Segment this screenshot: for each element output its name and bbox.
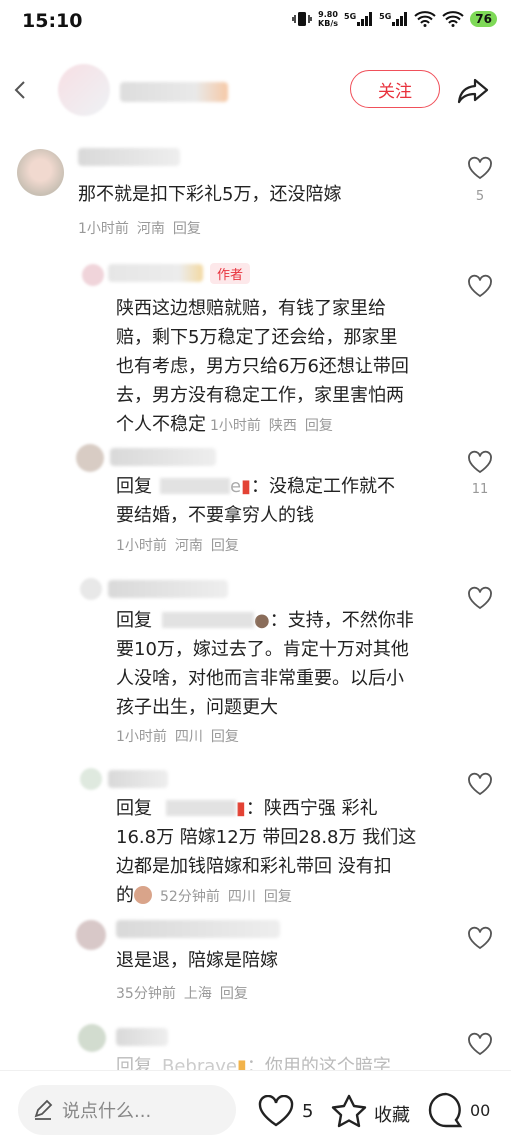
comment-reply-item: 回复 ▮：陕西宁强 彩礼 16.8万 陪嫁12万 带回28.8万 我们这 边都是加… [0, 764, 511, 914]
heart-icon[interactable] [257, 1095, 295, 1127]
username[interactable] [78, 148, 180, 166]
username[interactable] [116, 920, 280, 938]
share-icon[interactable] [456, 76, 490, 106]
username[interactable] [108, 264, 203, 282]
comment-text: 那不就是扣下彩礼5万，还没陪嫁 [78, 184, 342, 205]
comment-text: 陕西这边想赔就赔，有钱了家里给 赔，剩下5万稳定了还会给，那家里 也有考虑，男方… [116, 298, 409, 435]
heart-icon[interactable] [467, 450, 493, 474]
avatar[interactable] [76, 920, 106, 950]
author-tag: 作者 [210, 263, 251, 284]
fries-emoji-icon: ▮ [237, 1056, 247, 1070]
comment-text: 回复 e▮：没稳定工作就不 要结婚，不要拿穷人的钱 [116, 476, 395, 526]
comment-reply-item: 退是退，陪嫁是陪嫁 35分钟前 上海 回复 [0, 918, 511, 1018]
comment-location: 上海 [183, 986, 212, 1002]
reply-button[interactable]: 回复 [211, 538, 239, 554]
comment-location: 陕西 [268, 418, 297, 434]
comment-reply-item: 回复 ●：支持，不然你非 要10万，嫁过去了。肯定十万对其他 人没啥，对他而言非常… [0, 574, 511, 754]
reply-button[interactable]: 回复 [173, 221, 201, 237]
comment-text: 回复 Bebrave▮：你用的这个暗字 [116, 1052, 391, 1070]
heart-icon[interactable] [467, 926, 493, 950]
favorite-button[interactable]: 收藏 [374, 1101, 410, 1127]
net-speed: 9.80 KB/s [318, 10, 339, 28]
heart-icon[interactable] [467, 1032, 493, 1056]
comment-meta: 1小时前 陕西 回复 [210, 418, 341, 434]
username[interactable] [110, 448, 216, 466]
comment-reply-item: 回复 e▮：没稳定工作就不 要结婚，不要拿穷人的钱 1小时前 河南 回复 11 [0, 438, 511, 568]
comment-meta: 35分钟前 上海 回复 [116, 983, 256, 1003]
author-name[interactable] [120, 82, 228, 102]
username[interactable] [116, 1028, 168, 1046]
signal-icon [392, 12, 408, 26]
wifi-icon [414, 11, 436, 27]
header: 关注 [0, 60, 511, 120]
reply-button[interactable]: 回复 [220, 986, 248, 1002]
poop-emoji-icon [134, 886, 152, 904]
comment-list: 那不就是扣下彩礼5万，还没陪嫁 1小时前 河南 回复 5 作者 陕西这边想赔就赔，有… [0, 138, 511, 1070]
comment-time: 1小时前 [210, 418, 261, 434]
signal-icon [357, 12, 373, 26]
battery-indicator: 76 [470, 11, 497, 27]
comment-icon[interactable] [426, 1091, 466, 1131]
username[interactable] [108, 580, 228, 598]
comment-time: 1小时前 [78, 221, 129, 237]
avatar[interactable] [17, 149, 64, 196]
heart-icon[interactable] [467, 274, 493, 298]
comment-location: 河南 [136, 221, 165, 237]
username[interactable] [108, 770, 168, 788]
comment-location: 河南 [174, 538, 203, 554]
comment-location: 四川 [227, 889, 256, 905]
heart-icon[interactable] [467, 772, 493, 796]
comment-meta: 1小时前 河南 回复 [116, 535, 247, 555]
comment-input[interactable]: 说点什么... [18, 1085, 236, 1135]
comment-time: 1小时前 [116, 729, 167, 745]
comment-reply-item: 作者 陕西这边想赔就赔，有钱了家里给 赔，剩下5万稳定了还会给，那家里 也有考虑… [0, 256, 511, 436]
status-icons: 9.80 KB/s 5G 5G 76 [292, 10, 497, 28]
comment-time: 1小时前 [116, 538, 167, 554]
comment-text: 回复 ●：支持，不然你非 要10万，嫁过去了。肯定十万对其他 人没啥，对他而言非常… [116, 610, 414, 718]
like-count: 5 [475, 189, 485, 204]
status-bar: 15:10 9.80 KB/s 5G 5G 76 [0, 0, 511, 44]
bottom-bar: 说点什么... 5 收藏 00 [0, 1070, 511, 1136]
wifi-icon [442, 11, 464, 27]
sheep-emoji-icon: ● [254, 610, 270, 631]
fries-emoji-icon: ▮ [236, 798, 246, 819]
heart-icon[interactable] [467, 156, 493, 180]
comment-location: 四川 [174, 729, 203, 745]
comment-reply-item: 回复 Bebrave▮：你用的这个暗字 [0, 1022, 511, 1070]
comment-text: 回复 ▮：陕西宁强 彩礼 16.8万 陪嫁12万 带回28.8万 我们这 边都是加… [116, 798, 417, 906]
comment-meta: 52分钟前 四川 回复 [160, 889, 300, 905]
fries-emoji-icon: ▮ [241, 476, 251, 497]
author-avatar[interactable] [58, 64, 110, 116]
comment-time: 52分钟前 [160, 889, 220, 905]
comment-meta: 1小时前 四川 回复 [116, 726, 247, 746]
star-icon[interactable] [330, 1093, 368, 1129]
reply-button[interactable]: 回复 [264, 889, 292, 905]
avatar[interactable] [80, 768, 102, 790]
vibrate-icon [292, 12, 312, 26]
avatar[interactable] [80, 578, 102, 600]
reply-button[interactable]: 回复 [305, 418, 333, 434]
status-time: 15:10 [22, 10, 83, 32]
comment-input-placeholder: 说点什么... [62, 1101, 152, 1122]
follow-button[interactable]: 关注 [350, 70, 440, 108]
comment-item: 那不就是扣下彩礼5万，还没陪嫁 1小时前 河南 回复 5 [0, 138, 511, 248]
avatar[interactable] [78, 1024, 106, 1052]
heart-icon[interactable] [467, 586, 493, 610]
like-count: 11 [471, 482, 489, 497]
like-count: 5 [302, 1101, 314, 1122]
comment-meta: 1小时前 河南 回复 [78, 218, 209, 238]
comment-text: 退是退，陪嫁是陪嫁 [116, 950, 278, 971]
comment-count: 00 [470, 1101, 491, 1120]
back-icon[interactable] [12, 80, 28, 100]
signal-5g-1: 5G [344, 12, 373, 26]
avatar[interactable] [82, 264, 104, 286]
signal-5g-2: 5G [379, 12, 408, 26]
avatar[interactable] [76, 444, 104, 472]
comment-time: 35分钟前 [116, 986, 176, 1002]
pencil-icon [34, 1099, 53, 1120]
reply-button[interactable]: 回复 [211, 729, 239, 745]
